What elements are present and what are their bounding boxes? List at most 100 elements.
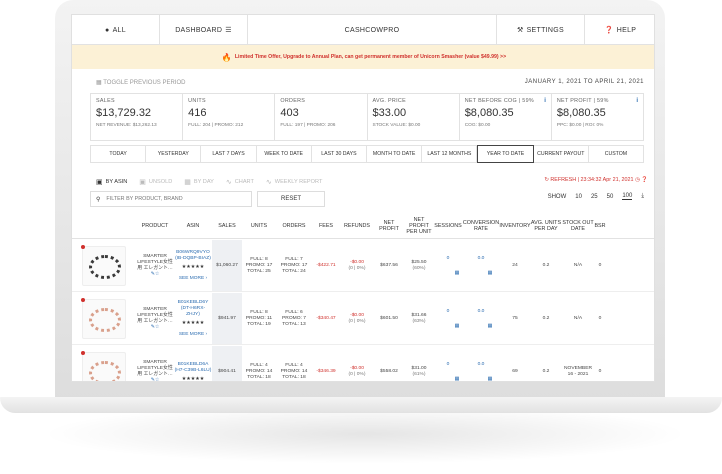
- promo-text: Limited Time Offer, Upgrade to Annual Pl…: [234, 54, 507, 60]
- period-year-to-date[interactable]: YEAR TO DATE: [477, 145, 534, 163]
- calendar-icon[interactable]: ▦: [488, 270, 493, 276]
- nav-settings-label: SETTINGS: [526, 26, 564, 34]
- period-today[interactable]: TODAY: [90, 145, 147, 163]
- page-size-25[interactable]: 25: [591, 194, 598, 200]
- menu-icon: ☰: [225, 27, 232, 34]
- col-net-profit[interactable]: NET PROFIT: [374, 213, 404, 238]
- view-by-day-label: BY DAY: [193, 179, 214, 185]
- see-more-link[interactable]: SEE MORE ›: [179, 332, 207, 338]
- reset-button[interactable]: RESET: [257, 191, 325, 207]
- product-image[interactable]: [72, 346, 136, 381]
- product-name: SMARTER LIFESTYLE女性用 エレガント… ✎☆: [136, 293, 174, 344]
- asin-link[interactable]: B01KEBLD6Y (DT-H6RX-ZHJY): [174, 300, 212, 318]
- info-icon[interactable]: i: [636, 98, 638, 104]
- sales-cell: $941.97: [212, 293, 242, 344]
- refresh-label: REFRESH | 23:34:32 Apr 21, 2021: [550, 177, 634, 183]
- col-sessions[interactable]: SESSIONS: [434, 213, 462, 238]
- period-last-7-days[interactable]: LAST 7 DAYS: [201, 145, 257, 163]
- status-dot: [81, 297, 85, 302]
- asin-link[interactable]: B01KEBLD6A (H7-C39B-L6LU): [174, 362, 212, 374]
- col-product[interactable]: PRODUCT: [136, 213, 174, 238]
- clock-icon: ◷: [635, 177, 640, 183]
- period-month-to-date[interactable]: MONTH TO DATE: [367, 145, 423, 163]
- col-sales[interactable]: SALES: [212, 213, 242, 238]
- refresh-button[interactable]: ↻ REFRESH | 23:34:32 Apr 21, 2021 ◷ ❓: [544, 177, 648, 183]
- edit-icon[interactable]: ✎☆: [151, 272, 159, 278]
- bsr-cell: 0: [598, 368, 602, 374]
- sessions-cell: 0 ▦: [434, 346, 462, 382]
- toggle-previous-period-label: TOGGLE PREVIOUS PERIOD: [103, 80, 186, 86]
- nav-all[interactable]: ● ALL: [72, 15, 160, 45]
- product-name: SMARTER LIFESTYLE女性用 エレガント… ✎☆: [136, 346, 174, 382]
- refunds-sub: (0 | 0%): [348, 318, 366, 324]
- asin-link[interactable]: B06WRQ9VYO (IB-DQBP-BIAZ): [174, 250, 212, 262]
- calendar-icon[interactable]: ▦: [488, 376, 493, 382]
- period-last-30-days[interactable]: LAST 30 DAYS: [311, 145, 368, 163]
- metric-sub: STOCK VALUE: $0.00: [372, 123, 421, 128]
- page-size-50[interactable]: 50: [607, 194, 614, 200]
- avg-units-cell: 0.2: [542, 262, 550, 268]
- edit-icon[interactable]: ✎☆: [151, 378, 159, 382]
- col-bsr[interactable]: BSR: [594, 213, 606, 238]
- metric-label: NET PROFIT | 59%: [556, 98, 609, 104]
- units-cell: FULL: 4 PROMO: 14 TOTAL: 18: [245, 362, 273, 380]
- period-custom[interactable]: CUSTOM: [588, 145, 645, 163]
- col-avg-units-per-day[interactable]: AVG. UNITS PER DAY: [530, 213, 562, 238]
- nav-dashboard[interactable]: DASHBOARD ☰: [160, 15, 248, 45]
- nav-settings[interactable]: ⚒ SETTINGS: [496, 15, 584, 45]
- edit-icon[interactable]: ✎☆: [151, 325, 159, 331]
- col-stock-out-date[interactable]: STOCK OUT DATE: [562, 213, 594, 238]
- product-image[interactable]: [72, 293, 136, 344]
- calendar-icon[interactable]: ▦: [455, 270, 460, 276]
- page-size-10[interactable]: 10: [575, 194, 582, 200]
- col-inventory[interactable]: INVENTORY: [499, 213, 530, 238]
- page-size-100[interactable]: 100: [622, 193, 633, 200]
- col-orders[interactable]: ORDERS: [276, 213, 312, 238]
- asin-cell: B06WRQ9VYO (IB-DQBP-BIAZ) ★★★★★ SEE MORE…: [174, 240, 212, 291]
- orders-cell: FULL: 6 PROMO: 7 TOTAL: 13: [282, 309, 306, 327]
- col-asin[interactable]: ASIN: [174, 213, 212, 238]
- avg-units-cell: 0.2: [542, 368, 550, 374]
- calendar-icon[interactable]: ▦: [455, 323, 460, 329]
- col-units[interactable]: UNITS: [242, 213, 276, 238]
- metric-value: $8,080.35: [556, 107, 606, 119]
- metric-sub: PPC: $0.00 | ROI: 0%: [556, 123, 604, 128]
- conversion-cell: 0.0 ▦: [462, 346, 500, 382]
- nav-help[interactable]: ❓ HELP: [584, 15, 654, 45]
- net-profit-cell: $637.56: [380, 262, 398, 268]
- see-more-link[interactable]: SEE MORE ›: [179, 276, 207, 282]
- col-net-profit-per-unit[interactable]: NET PROFIT PER UNIT: [404, 213, 434, 238]
- col-fees[interactable]: FEES: [312, 213, 340, 238]
- col-conversion-rate[interactable]: CONVERSION RATE: [462, 213, 500, 238]
- brand-logo[interactable]: CASHCOWPRO: [248, 15, 496, 45]
- view-unsold[interactable]: ▣ UNSOLD: [139, 178, 172, 186]
- line-chart-icon: ∿: [265, 179, 272, 186]
- promo-banner[interactable]: 🔥 Limited Time Offer, Upgrade to Annual …: [72, 45, 654, 69]
- view-chart[interactable]: ∿ CHART: [226, 178, 254, 186]
- download-icon[interactable]: ⤓: [641, 193, 644, 200]
- view-weekly-report[interactable]: ∿ WEEKLY REPORT: [266, 178, 322, 186]
- metric-label: AVG. PRICE: [372, 98, 406, 104]
- info-icon[interactable]: i: [544, 98, 546, 104]
- period-week-to-date[interactable]: WEEK TO DATE: [256, 145, 312, 163]
- filter-input[interactable]: ⚲ FILTER BY PRODUCT, BRAND: [90, 191, 252, 207]
- necklace-image: [89, 360, 121, 381]
- units-cell: FULL: 8 PROMO: 17 TOTAL: 25: [245, 256, 273, 274]
- col-refunds[interactable]: REFUNDS: [340, 213, 374, 238]
- product-title: SMARTER LIFESTYLE女性用 エレガント…: [137, 253, 173, 271]
- calendar-icon[interactable]: ▦: [488, 323, 493, 329]
- product-title: SMARTER LIFESTYLE女性用 エレガント…: [137, 359, 173, 377]
- calendar-icon[interactable]: ▦: [455, 376, 460, 382]
- period-yesterday[interactable]: YESTERDAY: [146, 145, 202, 163]
- period-current-payout[interactable]: CURRENT PAYOUT: [533, 145, 589, 163]
- product-image[interactable]: [72, 240, 136, 291]
- metric-value: 403: [280, 107, 299, 119]
- fees-cell: -$422.71: [316, 262, 336, 268]
- view-by-asin[interactable]: ▣ BY ASIN: [96, 178, 127, 186]
- metric-sub: FULL: 204 | PROMO: 212: [188, 123, 244, 128]
- toggle-previous-period[interactable]: ▦ TOGGLE PREVIOUS PERIOD: [96, 79, 185, 89]
- period-last-12-months[interactable]: LAST 12 MONTHS: [422, 145, 478, 163]
- view-by-day[interactable]: ▦ BY DAY: [184, 178, 214, 186]
- bsr-cell: 0: [598, 262, 602, 268]
- inventory-cell: 75: [512, 315, 518, 321]
